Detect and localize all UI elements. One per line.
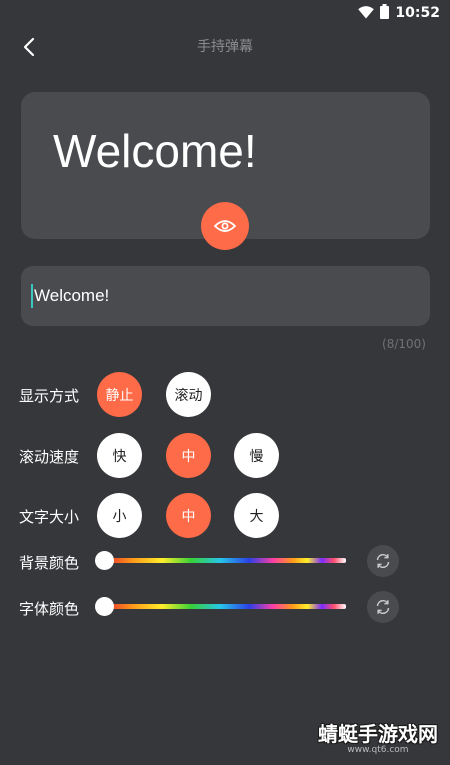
font-color-label: 字体颜色	[19, 600, 80, 618]
speed-medium-button[interactable]: 中	[166, 433, 211, 478]
page-title: 手持弹幕	[197, 39, 253, 55]
background-color-slider[interactable]	[104, 558, 346, 563]
scroll-speed-label: 滚动速度	[19, 448, 80, 466]
preview-button[interactable]	[201, 202, 249, 250]
watermark-url: www.qt6.com	[347, 745, 409, 755]
speed-slow-button[interactable]: 慢	[234, 433, 279, 478]
status-bar: 10:52	[0, 0, 450, 26]
battery-icon	[380, 3, 390, 23]
refresh-icon	[376, 553, 390, 569]
wifi-icon	[358, 4, 375, 23]
background-color-slider-handle[interactable]	[95, 551, 114, 570]
eye-icon	[214, 220, 236, 232]
display-mode-scroll-button[interactable]: 滚动	[166, 372, 211, 417]
font-color-slider-handle[interactable]	[95, 597, 114, 616]
speed-fast-button[interactable]: 快	[97, 433, 142, 478]
char-counter: (8/100)	[382, 337, 426, 351]
input-value: Welcome!	[34, 286, 110, 305]
size-large-button[interactable]: 大	[234, 493, 279, 538]
text-size-label: 文字大小	[19, 508, 80, 526]
size-medium-button[interactable]: 中	[166, 493, 211, 538]
refresh-icon	[376, 599, 390, 615]
display-mode-label: 显示方式	[19, 387, 80, 405]
background-color-label: 背景颜色	[19, 554, 80, 572]
watermark: 蜻蜓手游戏网 www.qt6.com	[318, 724, 438, 755]
danmaku-text-input[interactable]: Welcome!	[21, 266, 430, 326]
background-color-reset-button[interactable]	[367, 545, 399, 577]
font-color-reset-button[interactable]	[367, 591, 399, 623]
top-bar: 手持弹幕	[0, 26, 450, 66]
clock: 10:52	[395, 5, 440, 21]
watermark-text: 蜻蜓手游戏网	[318, 722, 438, 746]
size-small-button[interactable]: 小	[97, 493, 142, 538]
preview-text: Welcome!	[53, 125, 257, 177]
display-mode-static-button[interactable]: 静止	[97, 372, 142, 417]
font-color-slider[interactable]	[104, 604, 346, 609]
text-cursor	[31, 284, 33, 308]
